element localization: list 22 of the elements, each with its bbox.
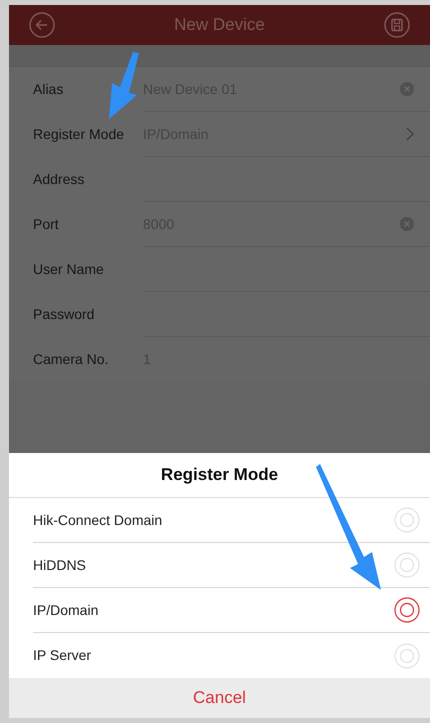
option-label: Hik-Connect Domain (33, 510, 162, 530)
field-label: Password (33, 305, 96, 324)
field-label: Port (33, 215, 60, 234)
option-row[interactable]: IP Server (33, 633, 430, 678)
option-row[interactable]: IP/Domain (33, 588, 430, 633)
chevron-right-icon[interactable] (406, 127, 414, 141)
field-label: Address (33, 170, 86, 189)
screen-title: New Device (174, 14, 265, 36)
option-label: HiDDNS (33, 556, 86, 574)
save-icon[interactable] (384, 12, 410, 38)
back-icon[interactable] (29, 12, 55, 38)
option-label: IP Server (33, 646, 92, 665)
field-label: Register Mode (33, 125, 126, 144)
cancel-button[interactable]: Cancel (9, 678, 430, 718)
clear-icon[interactable] (400, 82, 414, 96)
field-label: Alias (33, 80, 64, 99)
radio-icon[interactable] (394, 597, 420, 623)
sheet-title: Register Mode (160, 464, 278, 486)
clear-icon[interactable] (400, 217, 414, 231)
field-label: Camera No. (33, 350, 110, 369)
option-label: IP/Domain (33, 600, 98, 620)
field-label: User Name (33, 260, 105, 279)
